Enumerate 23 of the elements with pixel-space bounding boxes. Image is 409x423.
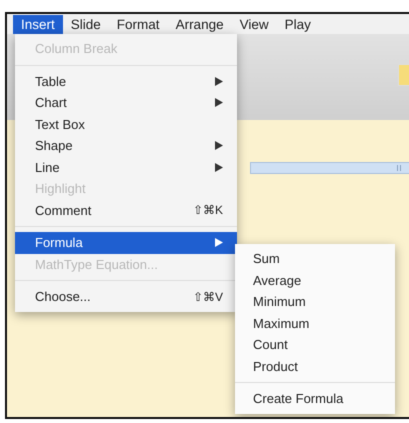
menu-item[interactable]: Product xyxy=(235,356,395,377)
menu-item[interactable]: Formula xyxy=(15,232,237,254)
menu-item[interactable]: Sum xyxy=(235,248,395,270)
menu-title[interactable]: Slide xyxy=(62,14,109,34)
menu-title[interactable]: Format xyxy=(108,14,168,34)
menu-item[interactable]: Chart xyxy=(15,92,237,114)
menu-item[interactable]: Shape xyxy=(15,135,237,156)
menu-item[interactable]: Table xyxy=(15,70,237,92)
toolbar-button[interactable] xyxy=(398,64,409,86)
menu-item[interactable]: Maximum xyxy=(235,312,395,334)
menu-item[interactable]: Choose... ⇧⌘V xyxy=(15,286,237,308)
menu-item[interactable]: Line xyxy=(15,156,237,178)
menu-item[interactable]: Average xyxy=(235,270,395,291)
menu-item[interactable]: Count xyxy=(235,334,395,356)
menu-title[interactable]: Insert xyxy=(13,14,63,34)
menu-title[interactable]: View xyxy=(232,14,277,34)
menu-item[interactable]: Text Box xyxy=(15,114,237,135)
menu-title[interactable]: Arrange xyxy=(168,14,232,34)
grip-icon xyxy=(397,165,401,171)
menu-item[interactable]: Create Formula xyxy=(235,388,395,410)
menu-item[interactable]: Minimum xyxy=(235,291,395,312)
menu-item[interactable]: Comment ⇧⌘K xyxy=(15,200,237,221)
menu-title[interactable]: Play xyxy=(276,14,319,34)
